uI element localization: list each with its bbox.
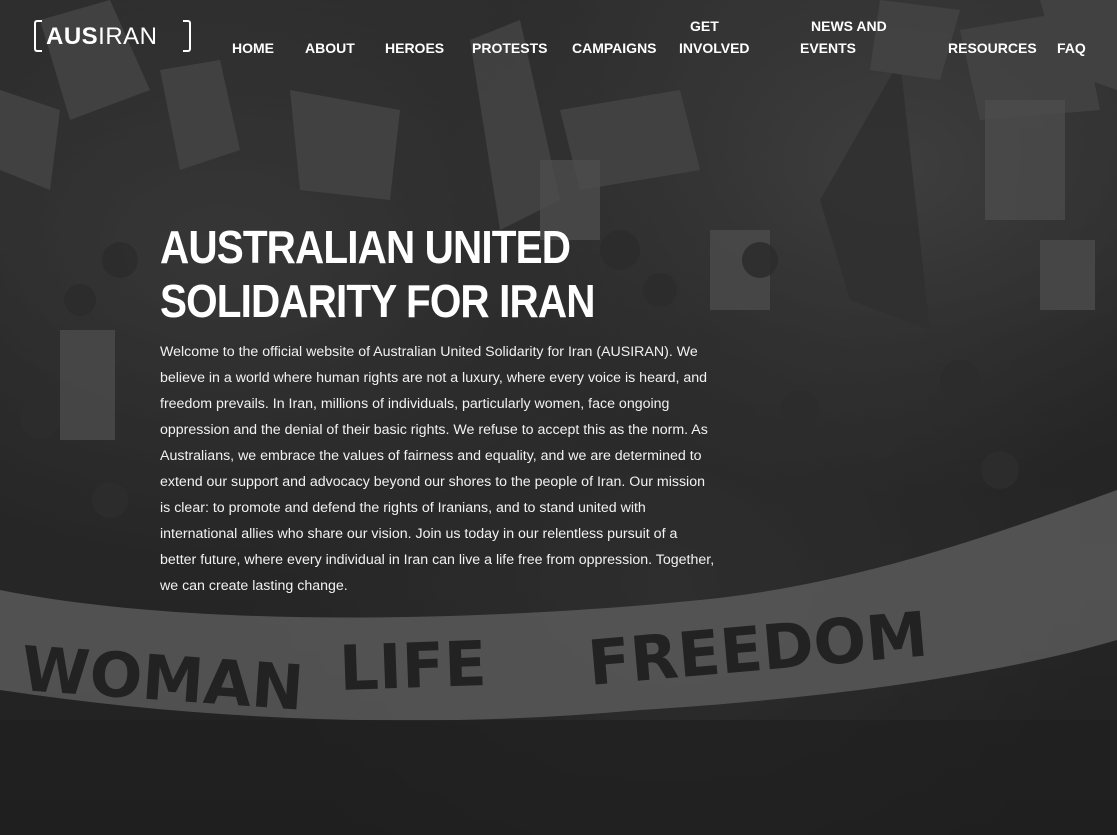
nav-get-involved-line2: INVOLVED [679, 40, 750, 56]
nav-protests[interactable]: PROTESTS [472, 37, 547, 59]
nav-news-events-line2: EVENTS [800, 40, 857, 56]
hero-title-line1: AUSTRALIAN UNITED [160, 221, 571, 273]
nav-about[interactable]: ABOUT [305, 37, 355, 59]
banner-word-woman: WOMAN [19, 632, 306, 725]
nav-faq[interactable]: FAQ [1057, 37, 1086, 59]
hero-title: AUSTRALIAN UNITED SOLIDARITY FOR IRAN [160, 220, 723, 328]
banner-word-life: LIFE [338, 627, 488, 705]
nav-home[interactable]: HOME [232, 37, 274, 59]
nav-get-involved-line1: GET [690, 18, 719, 34]
nav-news-events-line1: NEWS AND [811, 18, 887, 34]
nav-campaigns[interactable]: CAMPAIGNS [572, 37, 657, 59]
hero-content: AUSTRALIAN UNITED SOLIDARITY FOR IRAN We… [160, 220, 720, 613]
nav-news-events[interactable]: NEWS AND EVENTS [800, 15, 887, 59]
nav-get-involved[interactable]: GET INVOLVED [679, 15, 750, 59]
main-nav: HOME ABOUT HEROES PROTESTS CAMPAIGNS GET… [0, 0, 1117, 70]
hero-title-line2: SOLIDARITY FOR IRAN [160, 275, 595, 327]
nav-heroes[interactable]: HEROES [385, 37, 444, 59]
hero-intro-text: Welcome to the official website of Austr… [160, 344, 715, 594]
nav-resources[interactable]: RESOURCES [948, 37, 1037, 59]
